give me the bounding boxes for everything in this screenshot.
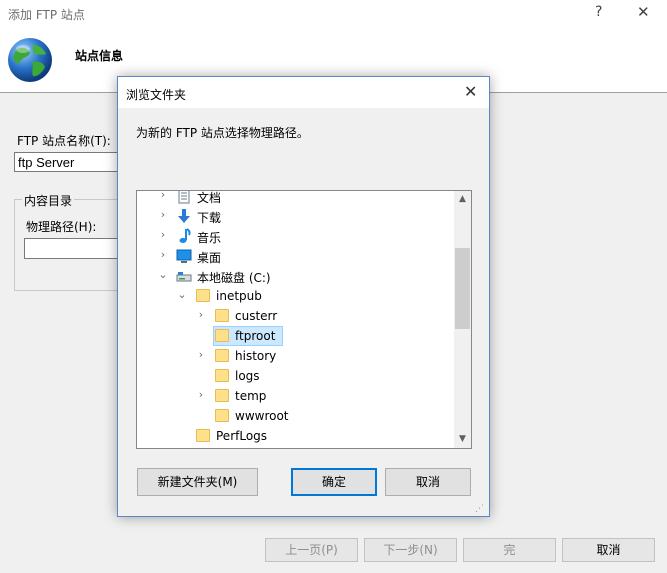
wizard-title: 添加 FTP 站点 — [8, 8, 85, 22]
tree-item-label: PerfLogs — [216, 429, 268, 443]
drive-icon — [176, 268, 192, 284]
desktop-icon — [176, 248, 192, 264]
chevron-down-icon[interactable]: ⌄ — [177, 289, 187, 301]
download-arrow-icon — [176, 208, 192, 224]
chevron-right-icon[interactable]: › — [158, 229, 168, 241]
dialog-prompt: 为新的 FTP 站点选择物理路径。 — [136, 126, 309, 140]
folder-tree[interactable]: › 文档 › 下载 › 音乐 › 桌面 ⌄ 本地磁盘 (C:) ⌄ inetpub › custerr ft… — [136, 190, 472, 449]
wizard-heading: 站点信息 — [75, 49, 124, 63]
tree-item-label: 文档 — [197, 191, 222, 205]
physical-path-label: 物理路径(H): — [26, 220, 97, 234]
tree-item[interactable]: › history — [137, 346, 455, 366]
content-directory-legend: 内容目录 — [22, 192, 75, 209]
music-note-icon — [176, 228, 192, 244]
new-folder-button[interactable]: 新建文件夹(M) — [137, 468, 258, 496]
tree-item-label: 下载 — [197, 211, 222, 225]
chevron-right-icon[interactable]: › — [158, 209, 168, 221]
tree-item[interactable]: PerfLogs — [137, 426, 455, 446]
scroll-down-icon[interactable]: ▼ — [454, 431, 471, 448]
wizard-cancel-button[interactable]: 取消 — [562, 538, 655, 562]
folder-icon — [215, 409, 229, 422]
tree-item-label: history — [235, 349, 277, 363]
wizard-close-icon[interactable]: ✕ — [637, 3, 650, 21]
tree-item-label: 本地磁盘 (C:) — [197, 271, 271, 285]
tree-item[interactable]: › 桌面 — [137, 246, 455, 266]
help-icon[interactable]: ? — [595, 4, 602, 20]
site-name-label: FTP 站点名称(T): — [17, 134, 111, 148]
chevron-down-icon[interactable]: ⌄ — [158, 269, 168, 281]
chevron-right-icon[interactable]: › — [158, 191, 168, 201]
folder-icon — [215, 349, 229, 362]
tree-item-label: logs — [235, 369, 260, 383]
chevron-right-icon[interactable]: › — [158, 249, 168, 261]
wizard-titlebar: 添加 FTP 站点 ? ✕ — [0, 0, 667, 28]
dialog-title: 浏览文件夹 — [126, 88, 187, 102]
globe-icon — [8, 38, 52, 82]
tree-item[interactable]: › custerr — [137, 306, 455, 326]
folder-icon — [215, 329, 229, 342]
document-icon — [176, 191, 192, 204]
tree-item[interactable]: › 音乐 — [137, 226, 455, 246]
dialog-close-icon[interactable]: ✕ — [464, 82, 477, 101]
previous-button[interactable]: 上一页(P) — [265, 538, 358, 562]
scroll-thumb[interactable] — [455, 248, 470, 329]
chevron-right-icon[interactable]: › — [196, 309, 206, 321]
tree-item-label: wwwroot — [235, 409, 289, 423]
tree-item[interactable]: ⌄ inetpub — [137, 286, 455, 306]
tree-item[interactable]: › 文档 — [137, 191, 455, 206]
folder-icon — [196, 289, 210, 302]
tree-item-label: 桌面 — [197, 251, 222, 265]
tree-item[interactable]: logs — [137, 366, 455, 386]
tree-item[interactable]: wwwroot — [137, 406, 455, 426]
finish-button[interactable]: 完 — [463, 538, 556, 562]
site-name-input[interactable]: ftp Server — [14, 152, 124, 172]
folder-icon — [215, 309, 229, 322]
tree-item-label: 音乐 — [197, 231, 222, 245]
ok-button[interactable]: 确定 — [291, 468, 377, 496]
physical-path-input[interactable] — [24, 238, 124, 259]
tree-item-label: ftproot — [235, 329, 276, 343]
folder-icon — [196, 429, 210, 442]
browse-folder-dialog: 浏览文件夹 ✕ 为新的 FTP 站点选择物理路径。 › 文档 › 下载 › 音乐 › 桌面 ⌄ 本… — [117, 76, 490, 517]
tree-item[interactable]: ftproot — [137, 326, 455, 346]
tree-item[interactable]: › temp — [137, 386, 455, 406]
scroll-up-icon[interactable]: ▲ — [454, 191, 471, 208]
tree-item-label: inetpub — [216, 289, 262, 303]
tree-item[interactable]: › 下载 — [137, 206, 455, 226]
dialog-titlebar: 浏览文件夹 ✕ — [118, 77, 489, 108]
tree-item-label: custerr — [235, 309, 278, 323]
folder-icon — [215, 369, 229, 382]
next-button[interactable]: 下一步(N) — [364, 538, 457, 562]
dialog-cancel-button[interactable]: 取消 — [385, 468, 471, 496]
chevron-right-icon[interactable]: › — [196, 349, 206, 361]
tree-item[interactable]: ⌄ 本地磁盘 (C:) — [137, 266, 455, 286]
tree-item-label: temp — [235, 389, 267, 403]
folder-icon — [215, 389, 229, 402]
chevron-right-icon[interactable]: › — [196, 389, 206, 401]
resize-grip-icon[interactable]: ⋰ — [475, 503, 487, 515]
